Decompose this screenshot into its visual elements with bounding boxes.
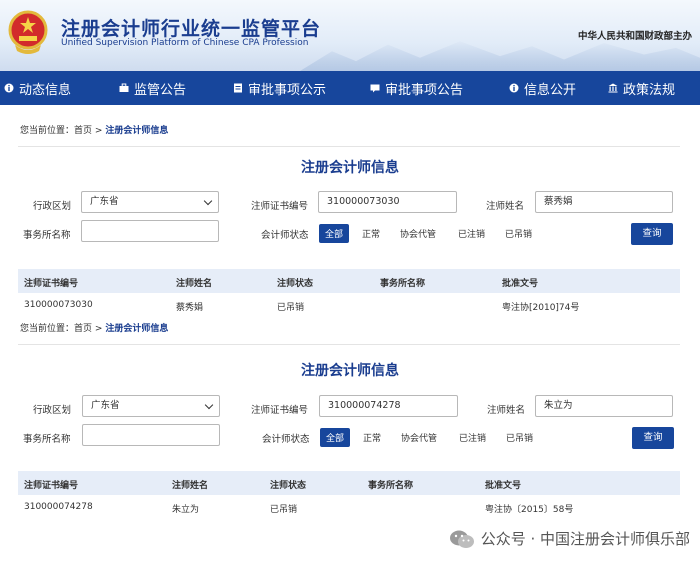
breadcrumb-home-link[interactable]: 首页 [74,126,92,136]
document-icon [233,83,243,93]
status-option-cancelled[interactable]: 已注销 [459,431,486,444]
cert-number-input[interactable]: 310000073030 [318,191,457,213]
section-title: 注册会计师信息 [301,363,399,379]
status-option-revoked[interactable]: 已吊销 [505,227,532,240]
site-header: 注册会计师行业统一监管平台 Unified Supervision Platfo… [0,0,700,71]
watermark-text: 公众号 · 中国注册会计师俱乐部 [480,530,690,548]
wechat-icon [449,530,474,548]
query-button[interactable]: 查询 [632,427,674,449]
breadcrumb-home-link[interactable]: 首页 [74,324,92,334]
status-option-normal[interactable]: 正常 [363,431,381,444]
breadcrumb-current: 注册会计师信息 [105,126,169,136]
status-option-normal[interactable]: 正常 [362,227,380,240]
site-title: 注册会计师行业统一监管平台 [61,18,322,40]
region-label: 行政区划 [33,405,72,416]
breadcrumb: 您当前位置：首页 > 注册会计师信息 [20,324,169,334]
nav-item-policy-regulations[interactable]: 政策法规 [608,79,694,98]
section-title: 注册会计师信息 [301,160,399,176]
nav-item-approval-publicity[interactable]: 审批事项公示 [233,79,370,98]
query-button[interactable]: 查询 [631,223,673,245]
search-form-row-1: 行政区划 广东省 注师证书编号 310000073030 注师姓名 蔡秀娟 [0,191,700,217]
nav-item-info-disclosure[interactable]: 信息公开 [509,79,608,98]
status-option-revoked[interactable]: 已吊销 [506,431,533,444]
status-option-association-custody[interactable]: 协会代管 [400,227,436,240]
cell-cert-number: 310000073030 [24,300,93,310]
search-form-row-2: 事务所名称 会计师状态 全部 正常 协会代管 已注销 已吊销 查询 [0,220,700,246]
watermark: 公众号 · 中国注册会计师俱乐部 [449,528,690,549]
status-option-all[interactable]: 全部 [319,224,350,243]
main-nav: 动态信息 监管公告 审批事项公示 审批事项公告 信息公开 政策法规 [0,71,700,105]
firm-name-input[interactable] [81,220,219,242]
region-select[interactable]: 广东省 [81,191,219,213]
cert-number-label: 注师证书编号 [251,201,309,212]
cell-status: 已吊销 [270,505,298,515]
col-cpa-name: 注师姓名 [172,481,209,491]
cell-approval-number: 粤注协[2010]74号 [502,303,580,313]
nav-item-dynamic-info[interactable]: 动态信息 [4,79,119,98]
col-status: 注师状态 [270,481,307,491]
ministry-label: 中华人民共和国财政部主办 [577,31,692,42]
cpa-name-label: 注师姓名 [487,405,526,416]
status-label: 会计师状态 [261,230,309,241]
cell-status: 已吊销 [277,303,305,313]
results-table-header: 注师证书编号 注师姓名 注师状态 事务所名称 批准文号 [18,471,680,495]
national-emblem-icon [8,10,48,54]
cell-approval-number: 粤注协〔2015〕58号 [485,505,574,515]
cell-cpa-name: 朱立为 [172,505,200,515]
status-option-association-custody[interactable]: 协会代管 [401,431,437,444]
cpa-info-section: 您当前位置：首页 > 注册会计师信息 注册会计师信息 行政区划 广东省 注师证书… [0,105,700,317]
col-cert-number: 注师证书编号 [24,481,79,491]
cpa-name-label: 注师姓名 [486,201,525,212]
firm-name-label: 事务所名称 [23,230,71,241]
status-label: 会计师状态 [262,434,310,445]
col-approval-number: 批准文号 [485,481,522,491]
search-form-row-1: 行政区划 广东省 注师证书编号 310000074278 注师姓名 朱立为 [0,395,700,421]
region-select[interactable]: 广东省 [82,395,220,417]
table-row: 310000074278 朱立为 已吊销 粤注协〔2015〕58号 [18,495,680,519]
building-icon [608,83,618,93]
breadcrumb: 您当前位置：首页 > 注册会计师信息 [20,126,169,136]
col-cert-number: 注师证书编号 [24,279,79,289]
cpa-name-input[interactable]: 蔡秀娟 [535,191,673,213]
nav-item-supervision-notice[interactable]: 监管公告 [119,79,233,98]
cell-cpa-name: 蔡秀娟 [176,303,204,313]
cpa-name-input[interactable]: 朱立为 [535,395,673,417]
breadcrumb-current: 注册会计师信息 [105,324,169,334]
cpa-info-section: 您当前位置：首页 > 注册会计师信息 注册会计师信息 行政区划 广东省 注师证书… [0,317,700,519]
site-subtitle: Unified Supervision Platform of Chinese … [61,38,309,48]
col-status: 注师状态 [277,279,314,289]
firm-name-label: 事务所名称 [23,434,71,445]
announce-icon [370,83,380,93]
cert-number-input[interactable]: 310000074278 [319,395,458,417]
col-firm-name: 事务所名称 [368,481,414,491]
results-table-header: 注师证书编号 注师姓名 注师状态 事务所名称 批准文号 [18,269,680,293]
col-approval-number: 批准文号 [502,279,539,289]
briefcase-icon [119,83,129,93]
nav-item-approval-announcement[interactable]: 审批事项公告 [370,79,509,98]
info-icon [509,83,519,93]
skyline-decoration [300,41,700,71]
col-cpa-name: 注师姓名 [176,279,213,289]
search-form-row-2: 事务所名称 会计师状态 全部 正常 协会代管 已注销 已吊销 查询 [0,424,700,450]
region-label: 行政区划 [33,201,72,212]
firm-name-input[interactable] [82,424,220,446]
col-firm-name: 事务所名称 [380,279,426,289]
status-option-cancelled[interactable]: 已注销 [458,227,485,240]
cert-number-label: 注师证书编号 [251,405,309,416]
cell-cert-number: 310000074278 [24,502,93,512]
info-icon [4,83,14,93]
table-row: 310000073030 蔡秀娟 已吊销 粤注协[2010]74号 [18,293,680,317]
status-option-all[interactable]: 全部 [320,428,351,447]
